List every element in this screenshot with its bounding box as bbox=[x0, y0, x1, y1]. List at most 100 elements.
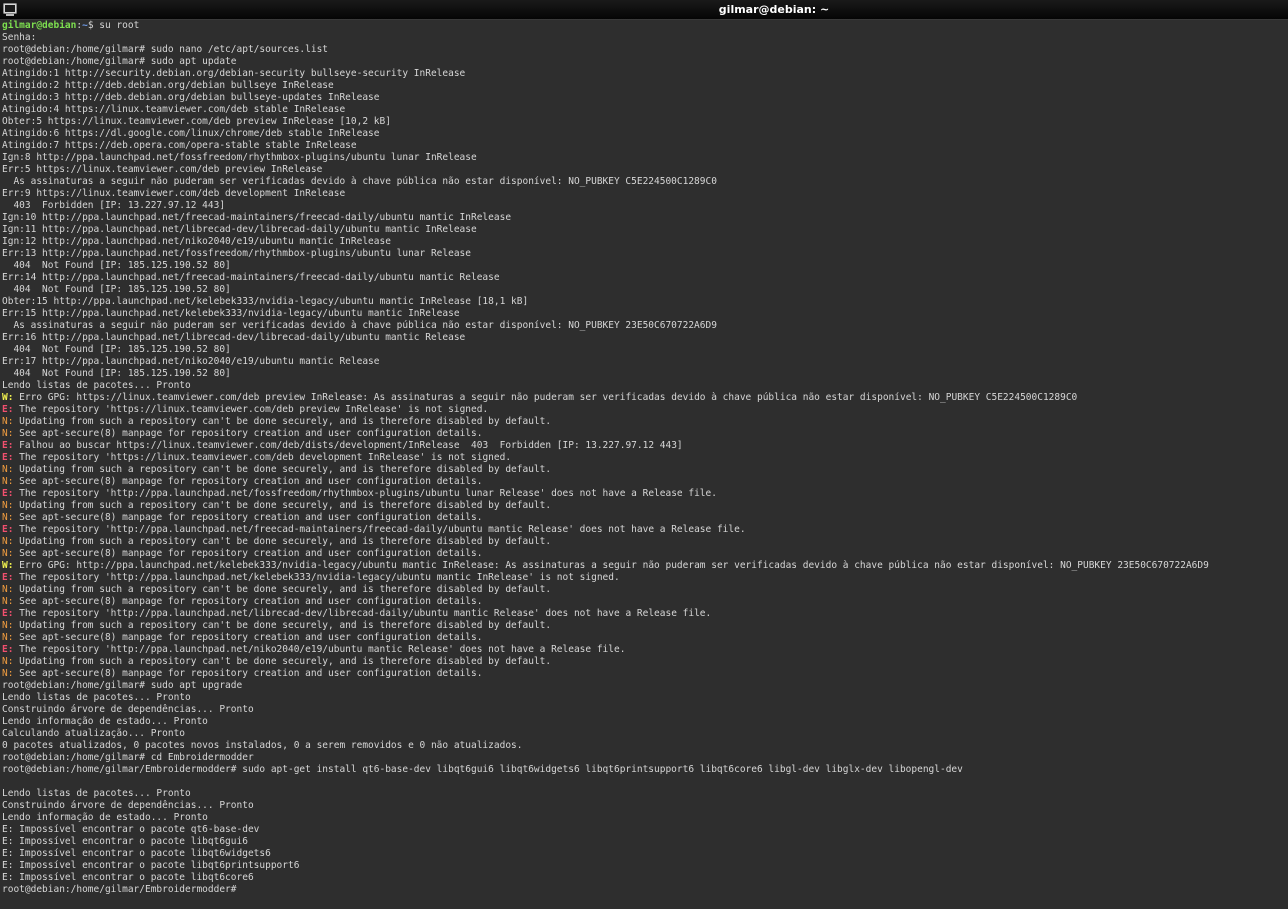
terminal-line: Err:5 https://linux.teamviewer.com/deb p… bbox=[2, 164, 1288, 176]
line-text: Erro GPG: https://linux.teamviewer.com/d… bbox=[13, 392, 1078, 403]
line-text: Err:9 https://linux.teamviewer.com/deb d… bbox=[2, 188, 346, 199]
terminal-line: N: Updating from such a repository can't… bbox=[2, 500, 1288, 512]
terminal-line: 404 Not Found [IP: 185.125.190.52 80] bbox=[2, 260, 1288, 272]
prompt-user-host: gilmar@debian bbox=[2, 20, 77, 31]
terminal-line: E: Falhou ao buscar https://linux.teamvi… bbox=[2, 440, 1288, 452]
terminal-line: Atingido:2 http://deb.debian.org/debian … bbox=[2, 80, 1288, 92]
line-text: Err:15 http://ppa.launchpad.net/kelebek3… bbox=[2, 308, 460, 319]
line-prefix: N: bbox=[2, 548, 14, 559]
line-text: Ign:11 http://ppa.launchpad.net/librecad… bbox=[2, 224, 477, 235]
line-prefix: E: bbox=[2, 488, 14, 499]
line-prefix: E: bbox=[2, 440, 14, 451]
line-prefix: W: bbox=[2, 560, 14, 571]
line-text: Atingido:2 http://deb.debian.org/debian … bbox=[2, 80, 334, 91]
terminal-line: E: Impossível encontrar o pacote qt6-bas… bbox=[2, 824, 1288, 836]
terminal-line: E: The repository 'http://ppa.launchpad.… bbox=[2, 524, 1288, 536]
terminal-line: N: See apt-secure(8) manpage for reposit… bbox=[2, 632, 1288, 644]
terminal-line: Ign:12 http://ppa.launchpad.net/niko2040… bbox=[2, 236, 1288, 248]
terminal-line: Ign:11 http://ppa.launchpad.net/librecad… bbox=[2, 224, 1288, 236]
terminal-line: Lendo listas de pacotes... Pronto bbox=[2, 380, 1288, 392]
prompt-symbol: $ bbox=[87, 20, 100, 31]
terminal-line: N: See apt-secure(8) manpage for reposit… bbox=[2, 548, 1288, 560]
line-prefix: N: bbox=[2, 668, 14, 679]
terminal-line: 404 Not Found [IP: 185.125.190.52 80] bbox=[2, 368, 1288, 380]
terminal-line: Atingido:7 https://deb.opera.com/opera-s… bbox=[2, 140, 1288, 152]
line-text: Err:5 https://linux.teamviewer.com/deb p… bbox=[2, 164, 323, 175]
terminal-line: E: Impossível encontrar o pacote libqt6p… bbox=[2, 860, 1288, 872]
line-prefix: N: bbox=[2, 476, 14, 487]
terminal-line: root@debian:/home/gilmar# sudo apt upgra… bbox=[2, 680, 1288, 692]
line-text: Updating from such a repository can't be… bbox=[13, 464, 552, 475]
terminal-line: E: The repository 'https://linux.teamvie… bbox=[2, 452, 1288, 464]
line-text: root@debian:/home/gilmar# cd Embroidermo… bbox=[2, 752, 254, 763]
line-text: Ign:10 http://ppa.launchpad.net/freecad-… bbox=[2, 212, 512, 223]
line-prefix: N: bbox=[2, 596, 14, 607]
terminal-line: N: See apt-secure(8) manpage for reposit… bbox=[2, 428, 1288, 440]
line-text: Atingido:4 https://linux.teamviewer.com/… bbox=[2, 104, 346, 115]
line-text: Ign:8 http://ppa.launchpad.net/fossfreed… bbox=[2, 152, 477, 163]
line-text: Err:14 http://ppa.launchpad.net/freecad-… bbox=[2, 272, 500, 283]
line-text: As assinaturas a seguir não puderam ser … bbox=[2, 320, 717, 331]
line-prefix: N: bbox=[2, 536, 14, 547]
line-text: Err:17 http://ppa.launchpad.net/niko2040… bbox=[2, 356, 380, 367]
line-text: root@debian:/home/gilmar/Embroidermodder… bbox=[2, 764, 963, 775]
terminal-line: 404 Not Found [IP: 185.125.190.52 80] bbox=[2, 284, 1288, 296]
terminal-line: N: Updating from such a repository can't… bbox=[2, 536, 1288, 548]
line-text: Updating from such a repository can't be… bbox=[13, 536, 552, 547]
title-bar[interactable]: gilmar@debian: ~ bbox=[0, 0, 1288, 20]
terminal-line: N: See apt-secure(8) manpage for reposit… bbox=[2, 668, 1288, 680]
terminal-prompt-line: gilmar@debian:~$ su root bbox=[2, 20, 1288, 32]
terminal-output[interactable]: gilmar@debian:~$ su root Senha: root@debi… bbox=[0, 20, 1288, 909]
terminal-line: Atingido:1 http://security.debian.org/de… bbox=[2, 68, 1288, 80]
line-prefix: W: bbox=[2, 392, 14, 403]
line-text: Obter:15 http://ppa.launchpad.net/kelebe… bbox=[2, 296, 529, 307]
terminal-line: Lendo listas de pacotes... Pronto bbox=[2, 788, 1288, 800]
line-text: 403 Forbidden [IP: 13.227.97.12 443] bbox=[2, 200, 226, 211]
terminal-line: Err:17 http://ppa.launchpad.net/niko2040… bbox=[2, 356, 1288, 368]
line-prefix: E: bbox=[2, 572, 14, 583]
terminal-line: N: See apt-secure(8) manpage for reposit… bbox=[2, 596, 1288, 608]
terminal-line: W: Erro GPG: http://ppa.launchpad.net/ke… bbox=[2, 560, 1288, 572]
line-prefix: E: bbox=[2, 524, 14, 535]
line-text: Construindo árvore de dependências... Pr… bbox=[2, 800, 254, 811]
line-text: Updating from such a repository can't be… bbox=[13, 416, 552, 427]
terminal-line: N: Updating from such a repository can't… bbox=[2, 656, 1288, 668]
line-prefix: E: bbox=[2, 452, 14, 463]
terminal-line: Construindo árvore de dependências... Pr… bbox=[2, 704, 1288, 716]
terminal-line: Lendo informação de estado... Pronto bbox=[2, 716, 1288, 728]
line-text: Falhou ao buscar https://linux.teamviewe… bbox=[13, 440, 683, 451]
line-text: E: Impossível encontrar o pacote libqt6c… bbox=[2, 872, 254, 883]
terminal-line: Atingido:6 https://dl.google.com/linux/c… bbox=[2, 128, 1288, 140]
terminal-line: root@debian:/home/gilmar# sudo apt updat… bbox=[2, 56, 1288, 68]
line-prefix: N: bbox=[2, 632, 14, 643]
line-text: root@debian:/home/gilmar# sudo apt updat… bbox=[2, 56, 237, 67]
line-text: The repository 'http://ppa.launchpad.net… bbox=[13, 488, 717, 499]
line-prefix: N: bbox=[2, 656, 14, 667]
line-prefix: N: bbox=[2, 620, 14, 631]
line-prefix: N: bbox=[2, 512, 14, 523]
line-text: E: Impossível encontrar o pacote libqt6p… bbox=[2, 860, 300, 871]
terminal-line: Err:14 http://ppa.launchpad.net/freecad-… bbox=[2, 272, 1288, 284]
line-text: See apt-secure(8) manpage for repository… bbox=[13, 668, 483, 679]
line-text: Err:13 http://ppa.launchpad.net/fossfree… bbox=[2, 248, 471, 259]
line-text: Lendo informação de estado... Pronto bbox=[2, 716, 208, 727]
line-text: root@debian:/home/gilmar# sudo nano /etc… bbox=[2, 44, 329, 55]
line-text: Ign:12 http://ppa.launchpad.net/niko2040… bbox=[2, 236, 391, 247]
line-text: Calculando atualização... Pronto bbox=[2, 728, 186, 739]
terminal-line: N: See apt-secure(8) manpage for reposit… bbox=[2, 476, 1288, 488]
terminal-lines: Senha: root@debian:/home/gilmar# sudo nan… bbox=[2, 32, 1288, 896]
line-text: Lendo listas de pacotes... Pronto bbox=[2, 692, 191, 703]
terminal-line: Err:13 http://ppa.launchpad.net/fossfree… bbox=[2, 248, 1288, 260]
line-text: Atingido:3 http://deb.debian.org/debian … bbox=[2, 92, 380, 103]
line-text: Lendo listas de pacotes... Pronto bbox=[2, 788, 191, 799]
line-text: Atingido:1 http://security.debian.org/de… bbox=[2, 68, 466, 79]
line-text: Lendo informação de estado... Pronto bbox=[2, 812, 208, 823]
terminal-line: Ign:8 http://ppa.launchpad.net/fossfreed… bbox=[2, 152, 1288, 164]
terminal-line: E: Impossível encontrar o pacote libqt6w… bbox=[2, 848, 1288, 860]
line-text: 404 Not Found [IP: 185.125.190.52 80] bbox=[2, 344, 231, 355]
line-text: 0 pacotes atualizados, 0 pacotes novos i… bbox=[2, 740, 523, 751]
terminal-line: E: The repository 'http://ppa.launchpad.… bbox=[2, 608, 1288, 620]
line-prefix: E: bbox=[2, 644, 14, 655]
line-prefix: N: bbox=[2, 416, 14, 427]
terminal-line: E: Impossível encontrar o pacote libqt6g… bbox=[2, 836, 1288, 848]
